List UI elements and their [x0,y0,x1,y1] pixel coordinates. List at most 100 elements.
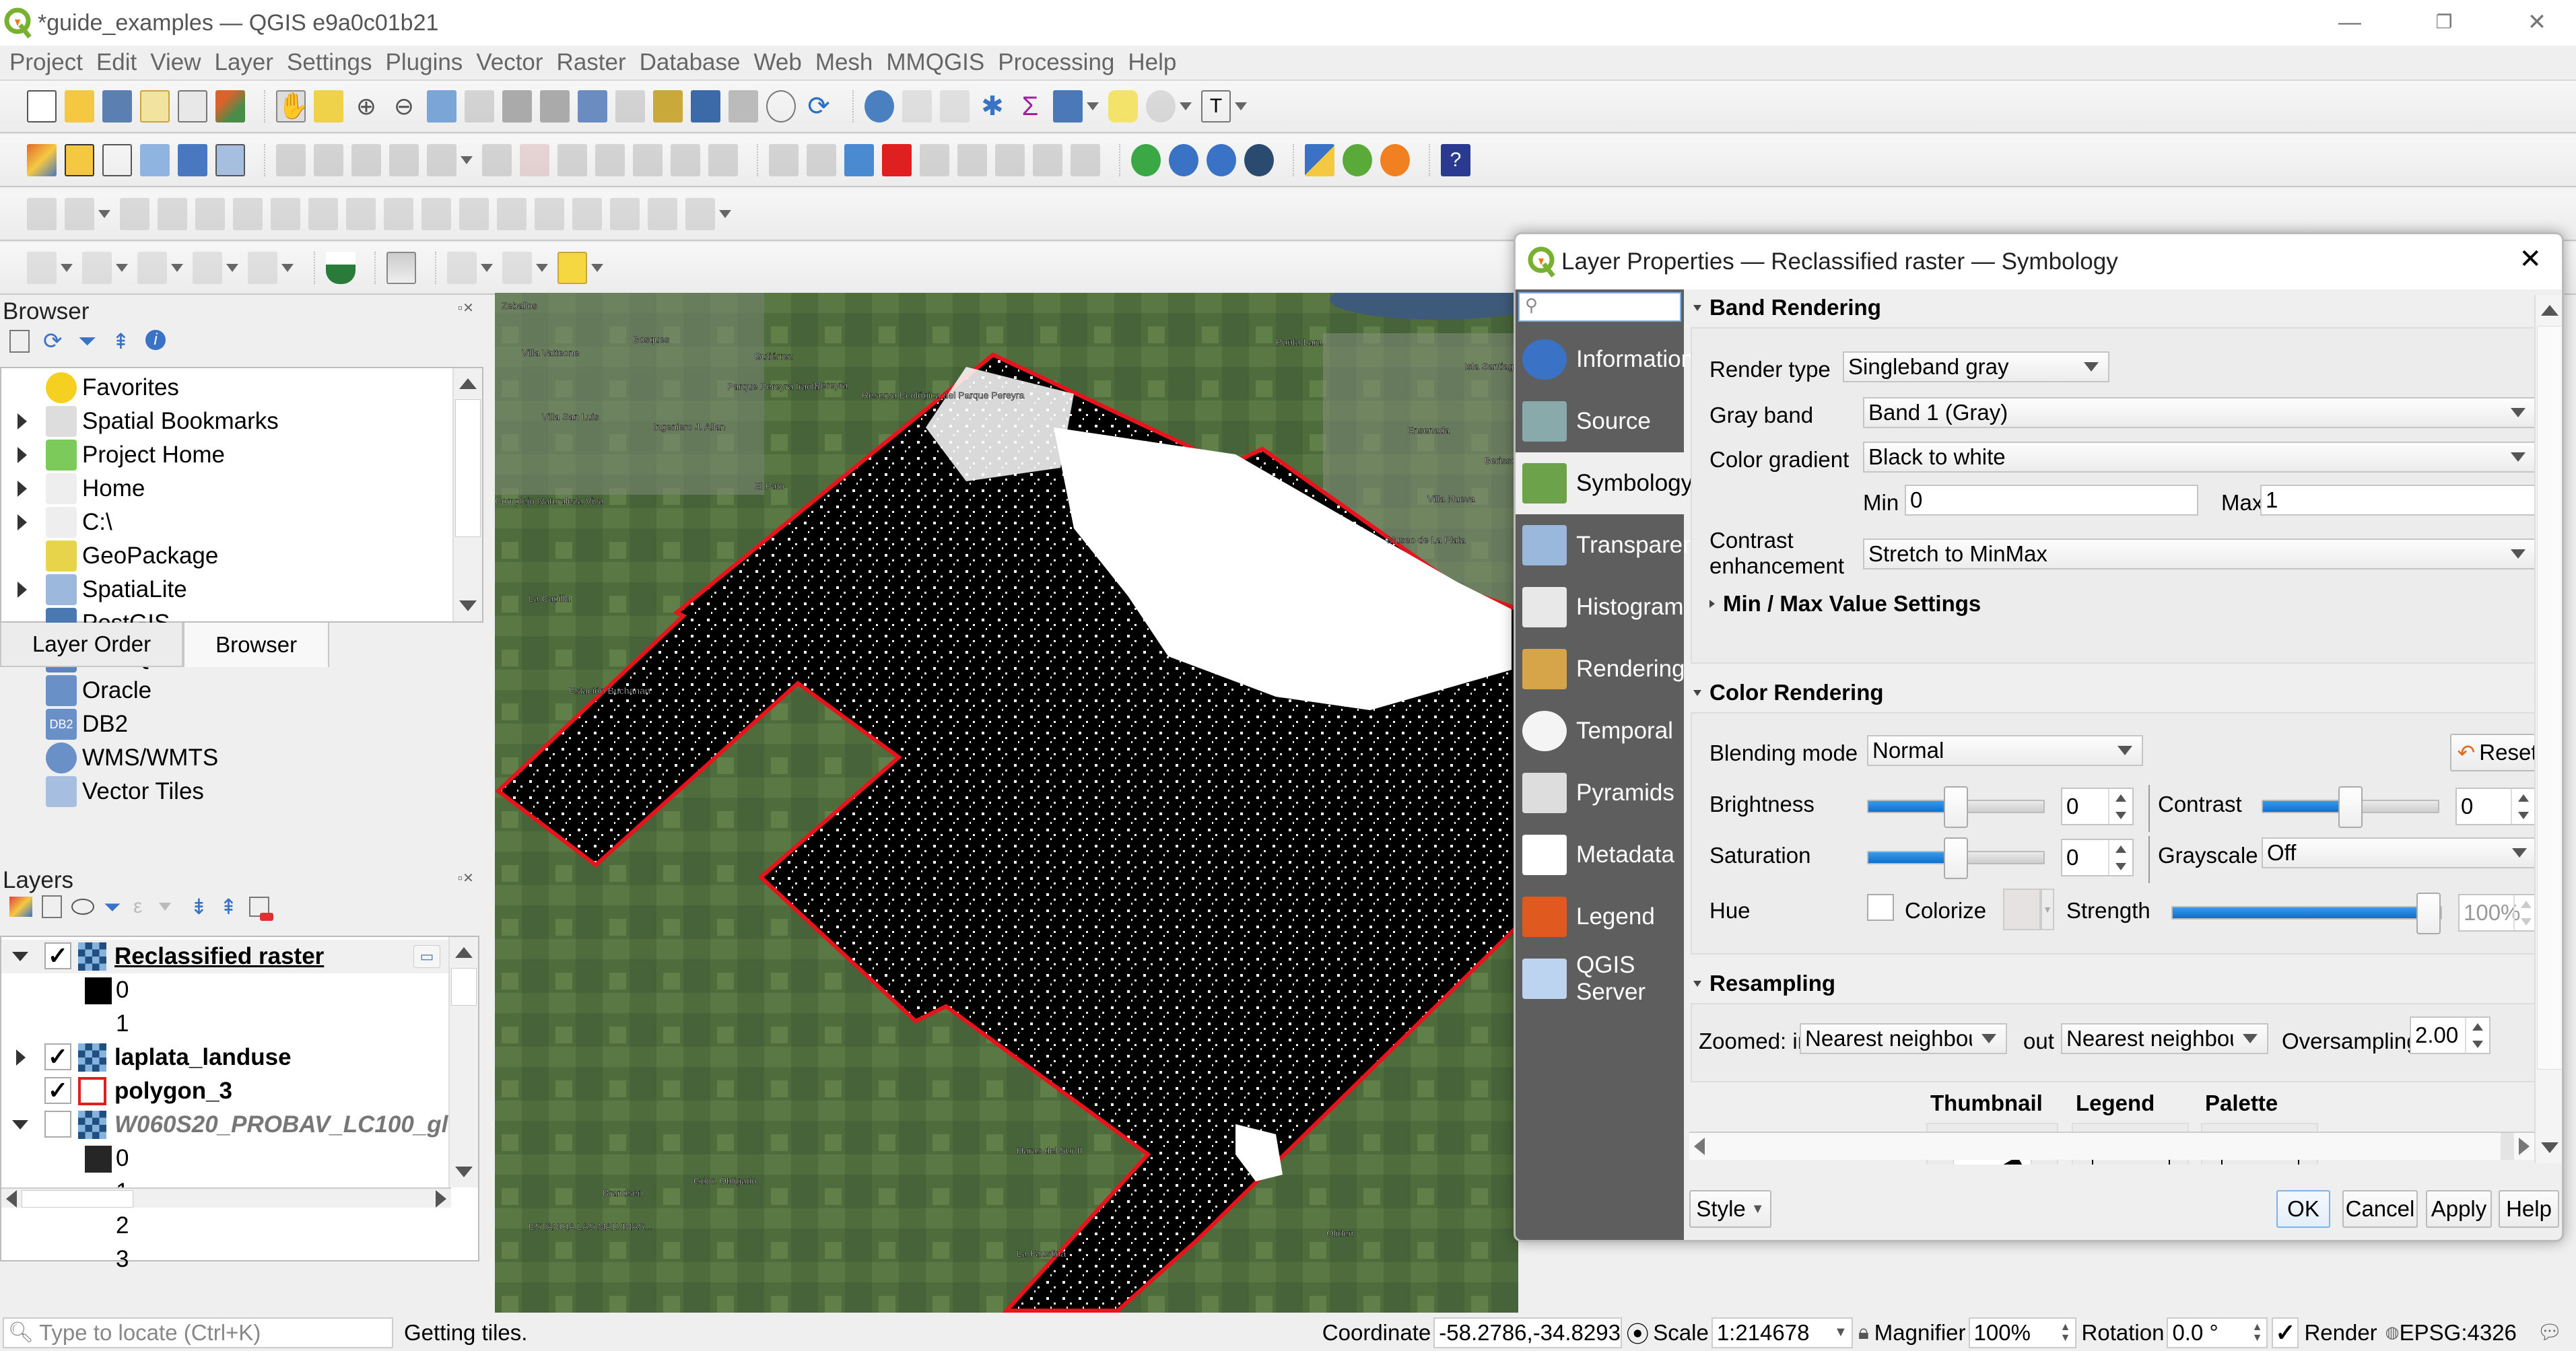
merge-attributes-icon[interactable] [648,198,677,230]
copy-features-icon[interactable] [595,144,625,176]
refresh-icon[interactable]: ⟳ [804,90,834,123]
apply-button[interactable]: Apply [2426,1190,2492,1228]
gray-band-combo[interactable]: Band 1 (Gray) [1863,397,2534,428]
collapse-all-icon[interactable]: ⇞ [219,895,240,918]
select-by-expression-icon[interactable] [502,252,532,284]
text-annotation-icon[interactable]: T [1201,90,1231,123]
quickmapservices-icon[interactable] [1207,144,1236,176]
toggle-editing-icon[interactable] [314,144,343,176]
menu-vector[interactable]: Vector [476,49,543,76]
open-attribute-table-icon[interactable] [902,90,932,123]
sidebar-item-temporal[interactable]: Temporal [1516,700,1684,762]
grayscale-combo[interactable]: Off [2262,837,2534,868]
zoom-last-icon[interactable] [578,90,607,123]
toggle-extents-icon[interactable]: ⦿ [1626,1316,1649,1349]
metasearch-icon[interactable] [1169,144,1198,176]
statistical-summary-icon[interactable]: Σ [1015,90,1045,123]
map-canvas[interactable]: Zeballos Villa Vatteone Bosques Gutiérrez Vi… [495,293,1518,1313]
layers-vertical-scrollbar[interactable] [448,937,478,1187]
sidebar-item-rendering[interactable]: Rendering [1516,638,1685,700]
collapse-arrow-icon[interactable] [12,952,28,961]
tab-layer-order[interactable]: Layer Order [0,623,184,667]
menu-settings[interactable]: Settings [287,49,372,76]
expand-arrow-icon[interactable] [18,413,27,429]
add-feature-icon[interactable] [389,144,419,176]
expand-arrow-icon[interactable] [18,582,27,598]
menu-web[interactable]: Web [753,49,801,76]
select-by-location-icon[interactable] [1146,90,1176,123]
highlight-pinned-labels-icon[interactable] [844,144,874,176]
scale-combo[interactable]: 1:214678 ▼ [1711,1317,1853,1348]
zoom-next-icon[interactable] [615,90,645,123]
crs-button[interactable]: EPSG:4326 [2400,1320,2517,1346]
locator-search[interactable]: 🔍︎ Type to locate (Ctrl+K) [3,1317,393,1348]
close-window-button[interactable]: ✕ [2517,7,2557,38]
reverse-line-icon[interactable] [459,198,489,230]
move-label-icon[interactable] [995,144,1025,176]
pan-map-icon[interactable]: ✋ [276,90,309,123]
browser-item[interactable]: Favorites [1,371,452,405]
save-project-icon[interactable] [102,90,132,123]
zoom-full-icon[interactable] [427,90,456,123]
menu-database[interactable]: Database [640,49,741,76]
new-geopackage-layer-icon[interactable] [65,144,94,176]
split-features-icon[interactable] [535,198,564,230]
browser-item[interactable]: WMS/WMTS [1,741,452,775]
filter-legend-icon[interactable]: ⏷ [104,895,124,918]
band-rendering-header[interactable]: Band Rendering [1693,295,1881,320]
new-spatialite-layer-icon[interactable] [140,144,170,176]
menu-edit[interactable]: Edit [96,49,137,76]
colorize-color-button[interactable] [2003,889,2041,930]
simplify-feature-icon[interactable] [158,198,187,230]
layer-visibility-checkbox[interactable]: ✓ [44,942,71,969]
style-menu-button[interactable]: Style ▼ [1689,1190,1771,1228]
remove-layer-icon[interactable] [249,897,273,921]
expand-arrow-icon[interactable] [18,447,27,463]
deselect-features-icon[interactable] [557,252,587,284]
ok-button[interactable]: OK [2276,1190,2330,1228]
brightness-slider[interactable] [1867,786,2045,828]
python-console-icon[interactable] [1305,144,1334,176]
menu-project[interactable]: Project [9,49,83,76]
rotate-feature-icon[interactable] [120,198,149,230]
minimize-button[interactable]: — [2330,7,2370,38]
cancel-button[interactable]: Cancel [2342,1190,2418,1228]
layer-item[interactable]: ✓ Reclassified raster ▭ [1,940,451,973]
render-checkbox[interactable]: ✓ [2272,1317,2299,1348]
layer-visibility-checkbox[interactable]: ✓ [44,1077,71,1104]
add-group-icon[interactable] [42,895,62,918]
layer-styling-icon[interactable] [9,897,32,917]
layer-item[interactable]: ✓ laplata_landuse [1,1041,451,1074]
style-manager-icon[interactable] [215,90,245,123]
open-project-icon[interactable] [65,90,94,123]
restore-button[interactable]: ❐ [2424,7,2464,38]
browser-item[interactable]: Spatial Bookmarks [1,405,452,438]
add-ellipse-icon[interactable] [137,252,167,284]
sidebar-item-information[interactable]: Information [1516,328,1694,390]
new-map-view-icon[interactable] [653,90,683,123]
strength-slider[interactable] [2171,893,2442,934]
pan-to-selection-icon[interactable] [314,90,343,123]
browser-item[interactable]: Home [1,472,452,506]
plugin-database-icon[interactable] [386,252,416,284]
show-hide-labels-icon[interactable] [957,144,987,176]
paste-features-icon[interactable] [633,144,663,176]
zoom-to-layer-icon[interactable] [502,90,532,123]
delete-selected-icon[interactable] [520,144,549,176]
menu-processing[interactable]: Processing [998,49,1114,76]
layer-item[interactable]: ✓ polygon_3 [1,1074,451,1108]
browser-item[interactable]: SpatiaLite [1,573,452,607]
undo-icon[interactable] [671,144,700,176]
collapse-all-icon[interactable]: ⇞ [112,330,132,353]
menu-view[interactable]: View [150,49,201,76]
browser-item[interactable]: Project Home [1,438,452,472]
move-feature-icon[interactable] [65,198,94,230]
contrast-enhancement-combo[interactable]: Stretch to MinMax [1863,539,2534,569]
contrast-spinbox[interactable]: 0 [2455,788,2534,825]
dock-float-close-icon[interactable]: ▫✕ [458,870,474,887]
add-circle-icon[interactable] [82,252,112,284]
zoom-native-resolution-icon[interactable] [540,90,570,123]
green-plugin-icon[interactable] [1131,144,1161,176]
add-circular-string-icon[interactable] [27,252,57,284]
new-temporary-layer-icon[interactable] [178,144,207,176]
